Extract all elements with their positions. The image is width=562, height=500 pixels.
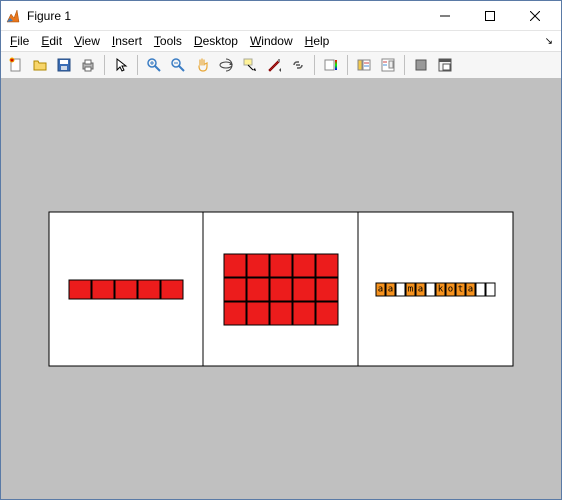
window-controls [422, 2, 557, 30]
new-figure-icon[interactable]: ✱ [5, 54, 27, 76]
cell [115, 279, 138, 299]
data-cursor-icon[interactable] [239, 54, 261, 76]
open-icon[interactable] [29, 54, 51, 76]
cell: a [466, 282, 476, 296]
colorbar-icon[interactable] [320, 54, 342, 76]
brush-icon[interactable] [263, 54, 285, 76]
cell [92, 279, 115, 299]
plot-tools-icon[interactable] [377, 54, 399, 76]
hide-tools-icon[interactable] [410, 54, 432, 76]
menu-desktop[interactable]: Desktop [189, 33, 243, 49]
cell [315, 301, 338, 325]
cell [292, 301, 315, 325]
toolbar-separator [314, 55, 315, 75]
cell [246, 301, 269, 325]
link-icon[interactable] [287, 54, 309, 76]
cell [486, 282, 496, 296]
cell: a [386, 282, 396, 296]
cell: m [406, 282, 416, 296]
menu-help[interactable]: Help [300, 33, 335, 49]
dock-icon[interactable] [434, 54, 456, 76]
pan-icon[interactable] [191, 54, 213, 76]
cell [426, 282, 436, 296]
cell [246, 253, 269, 277]
cell [476, 282, 486, 296]
toolbar: ✱ [1, 51, 561, 79]
matlab-icon [5, 8, 21, 24]
toolbar-separator [137, 55, 138, 75]
print-icon[interactable] [77, 54, 99, 76]
dock-menu-icon[interactable]: ↘ [545, 36, 557, 47]
cell: o [446, 282, 456, 296]
heatmap-char-array: a a m a k o t a [376, 282, 496, 296]
menu-insert[interactable]: Insert [107, 33, 147, 49]
cell [269, 277, 292, 301]
cell [396, 282, 406, 296]
cell [138, 279, 161, 299]
pointer-icon[interactable] [110, 54, 132, 76]
menu-tools[interactable]: Tools [149, 33, 187, 49]
close-button[interactable] [512, 2, 557, 30]
legend-icon[interactable] [353, 54, 375, 76]
cell [223, 277, 246, 301]
subplot-2 [204, 212, 359, 367]
cell [161, 279, 184, 299]
subplot-3: a a m a k o t a [359, 212, 514, 367]
rotate-3d-icon[interactable] [215, 54, 237, 76]
cell [246, 277, 269, 301]
subplot-row: a a m a k o t a [49, 212, 514, 367]
cell: a [416, 282, 426, 296]
minimize-button[interactable] [422, 2, 467, 30]
subplot-1 [49, 212, 204, 367]
zoom-in-icon[interactable] [143, 54, 165, 76]
toolbar-separator [347, 55, 348, 75]
toolbar-separator [404, 55, 405, 75]
cell [223, 301, 246, 325]
toolbar-separator [104, 55, 105, 75]
cell [269, 253, 292, 277]
svg-text:✱: ✱ [10, 58, 14, 64]
figure-canvas[interactable]: a a m a k o t a [1, 79, 561, 499]
menu-view[interactable]: View [69, 33, 105, 49]
heatmap-3x5 [223, 253, 338, 325]
cell: k [436, 282, 446, 296]
menubar: File Edit View Insert Tools Desktop Wind… [1, 31, 561, 51]
cell: t [456, 282, 466, 296]
cell [69, 279, 92, 299]
cell [315, 277, 338, 301]
titlebar: Figure 1 [1, 1, 561, 31]
menu-window[interactable]: Window [245, 33, 298, 49]
cell [269, 301, 292, 325]
cell: a [376, 282, 386, 296]
cell [223, 253, 246, 277]
heatmap-1x5 [69, 279, 184, 299]
cell [292, 253, 315, 277]
cell [292, 277, 315, 301]
save-icon[interactable] [53, 54, 75, 76]
zoom-out-icon[interactable] [167, 54, 189, 76]
maximize-button[interactable] [467, 2, 512, 30]
menu-file[interactable]: File [5, 33, 34, 49]
menu-edit[interactable]: Edit [36, 33, 67, 49]
window-title: Figure 1 [27, 9, 422, 23]
cell [315, 253, 338, 277]
figure-window: Figure 1 File Edit View Insert Tools Des… [0, 0, 562, 500]
